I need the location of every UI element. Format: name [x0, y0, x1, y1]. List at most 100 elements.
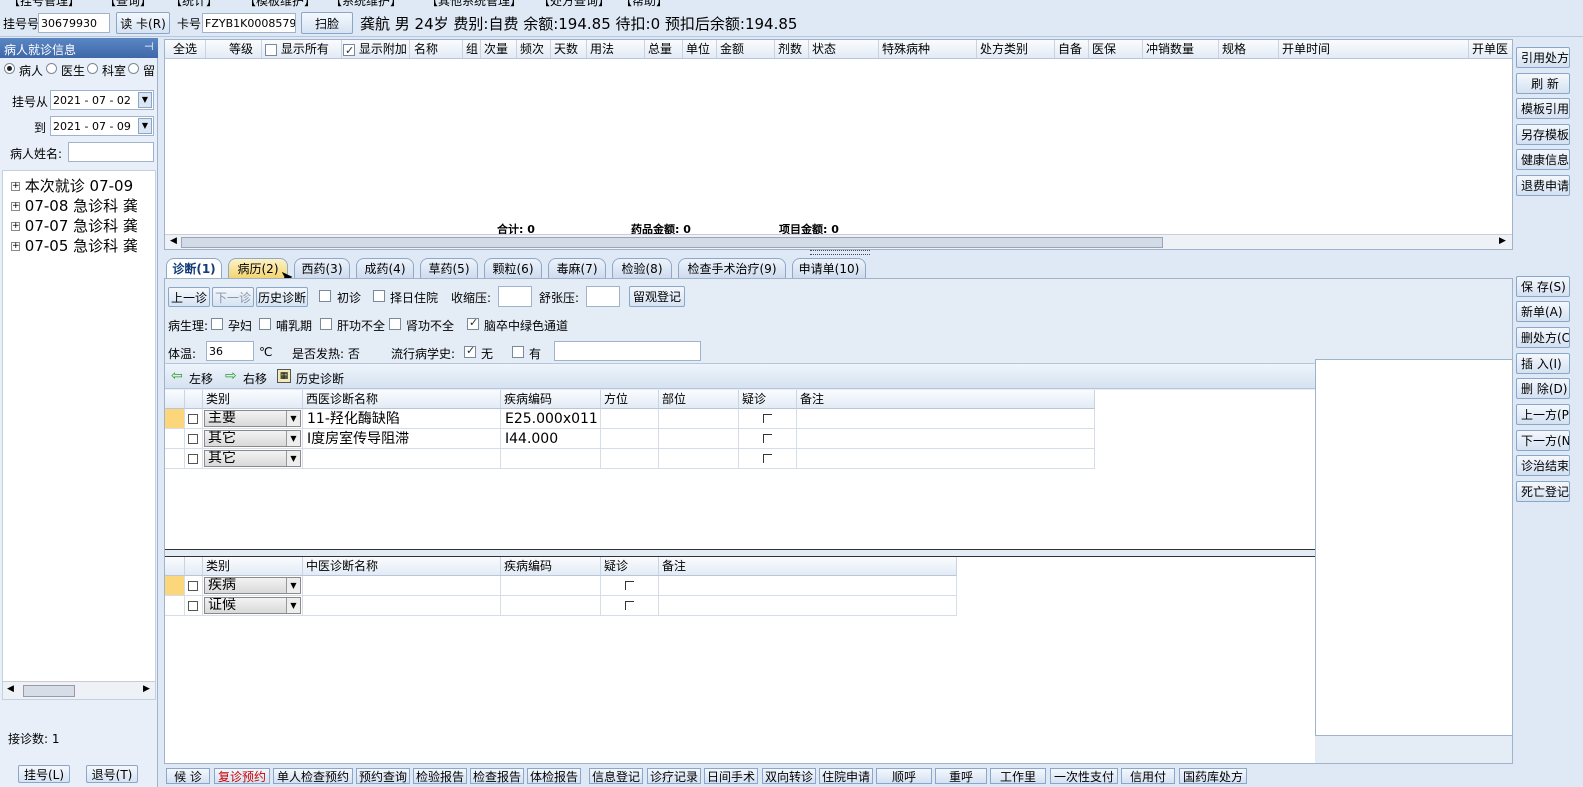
remark-cell[interactable] — [797, 429, 1095, 449]
one-time-pay-button[interactable]: 一次性支付 — [1050, 768, 1118, 784]
reg-from-date[interactable]: 2021 - 07 - 02 ▼ — [50, 90, 154, 110]
row-checkbox[interactable] — [188, 414, 198, 424]
expand-icon[interactable]: + — [11, 202, 20, 211]
expand-icon[interactable]: + — [11, 222, 20, 231]
diastolic-input[interactable] — [586, 286, 620, 307]
row-checkbox[interactable] — [188, 454, 198, 464]
menu-item[interactable]: 【统计】 — [170, 0, 218, 9]
suspect-checkbox[interactable] — [625, 581, 634, 590]
diag-name-cell[interactable] — [303, 449, 501, 469]
workload-button[interactable]: 工作里 — [990, 768, 1046, 784]
tab-medical-record[interactable]: 病历(2) — [228, 258, 288, 278]
next-prescription-button[interactable]: 下一方(N) — [1516, 430, 1570, 451]
table-row[interactable]: 主要 ▼ 11-羟化酶缺陷 E25.000x011 — [165, 409, 1095, 429]
site-cell[interactable] — [659, 449, 739, 469]
scroll-thumb[interactable] — [23, 685, 75, 697]
expand-icon[interactable]: + — [11, 242, 20, 251]
delete-button[interactable]: 删 除(D) — [1516, 378, 1570, 399]
treatment-record-button[interactable]: 诊疗记录 — [647, 768, 701, 784]
type-cell[interactable]: 其它 ▼ — [203, 449, 303, 469]
dropdown-arrow-icon[interactable]: ▼ — [138, 118, 152, 134]
prev-prescription-button[interactable]: 上一方(P) — [1516, 404, 1570, 425]
epi-yes-checkbox[interactable] — [512, 346, 524, 358]
scroll-thumb[interactable] — [181, 237, 1163, 248]
remark-cell[interactable] — [797, 409, 1095, 429]
scroll-left-icon[interactable]: ◀ — [170, 236, 177, 246]
suspect-cell[interactable] — [739, 449, 797, 469]
tcm-name-cell[interactable] — [303, 576, 501, 596]
lab-report-button[interactable]: 检验报告 — [413, 768, 467, 784]
chevron-down-icon[interactable]: ▼ — [286, 598, 300, 613]
tcm-name-cell[interactable] — [303, 596, 501, 616]
suspect-cell[interactable] — [601, 596, 659, 616]
expand-icon[interactable]: + — [11, 182, 20, 191]
menu-item[interactable]: 【处方查询】 — [538, 0, 610, 9]
suspect-checkbox[interactable] — [625, 601, 634, 610]
tab-lab[interactable]: 检验(8) — [612, 258, 672, 278]
tab-patent-medicine[interactable]: 成药(4) — [356, 258, 414, 278]
reg-no-input[interactable]: 30679930 — [38, 13, 110, 33]
scan-face-button[interactable]: 扫脸 — [301, 12, 353, 34]
menu-item[interactable]: 【系统维护】 — [330, 0, 402, 9]
epi-detail-input[interactable] — [554, 341, 701, 361]
pin-icon[interactable]: ⊣ — [144, 40, 154, 53]
tab-application[interactable]: 申请单(10) — [792, 258, 866, 278]
tree-node[interactable]: + 07-08 急诊科 龚 — [11, 195, 138, 216]
delete-prescription-button[interactable]: 删处方(C) — [1516, 327, 1570, 348]
tab-western-medicine[interactable]: 西药(3) — [294, 258, 350, 278]
radio-stay[interactable] — [128, 63, 139, 74]
row-checkbox[interactable] — [188, 581, 198, 591]
recall-button[interactable]: 重呼 — [935, 768, 987, 784]
tree-node[interactable]: + 07-05 急诊科 龚 — [11, 235, 138, 256]
tab-granule[interactable]: 颗粒(6) — [484, 258, 542, 278]
credit-pay-button[interactable]: 信用付 — [1121, 768, 1175, 784]
site-cell[interactable] — [659, 429, 739, 449]
menu-item[interactable]: 【模板维护】 — [244, 0, 316, 9]
save-button[interactable]: 保 存(S) — [1516, 276, 1570, 297]
register-button[interactable]: 挂号(L) — [18, 765, 70, 783]
temp-input[interactable]: 36 — [206, 341, 254, 361]
show-all-toggle[interactable]: 显示所有 — [262, 40, 342, 58]
tcm-code-cell[interactable] — [501, 596, 601, 616]
move-right-label[interactable]: 右移 — [243, 370, 267, 387]
patient-name-input[interactable] — [68, 142, 154, 162]
type-cell[interactable]: 其它 ▼ — [203, 429, 303, 449]
type-combo[interactable]: 其它 ▼ — [204, 450, 301, 467]
chevron-down-icon[interactable]: ▼ — [286, 411, 300, 426]
table-row[interactable]: 其它 ▼ — [165, 449, 1095, 469]
history-diagnosis-label[interactable]: 历史诊断 — [296, 370, 344, 387]
next-visit-button[interactable]: 下一诊 — [212, 287, 254, 307]
show-all-checkbox[interactable] — [265, 43, 277, 56]
scroll-right-icon[interactable]: ▶ — [143, 684, 150, 694]
health-info-button[interactable]: 健康信息 — [1516, 149, 1570, 170]
diag-code-cell[interactable] — [501, 449, 601, 469]
history-icon[interactable]: ▦ — [277, 369, 291, 383]
diag-name-cell[interactable]: Ⅰ度房室传导阻滞 — [303, 429, 501, 449]
lactation-checkbox[interactable] — [259, 318, 271, 330]
menu-item[interactable]: 【挂号管理】 — [8, 0, 80, 9]
pregnant-checkbox[interactable] — [211, 318, 223, 330]
site-cell[interactable] — [659, 409, 739, 429]
referral-button[interactable]: 双向转诊 — [762, 768, 816, 784]
type-cell[interactable]: 疾病 ▼ — [203, 576, 303, 596]
show-extra-toggle[interactable]: 显示附加 — [340, 40, 410, 58]
chevron-down-icon[interactable]: ▼ — [286, 451, 300, 466]
epi-no-checkbox[interactable] — [464, 344, 476, 358]
scroll-right-icon[interactable]: ▶ — [1499, 236, 1506, 246]
row-checkbox[interactable] — [188, 601, 198, 611]
new-order-button[interactable]: 新单(A) — [1516, 301, 1570, 322]
choose-day-checkbox[interactable] — [373, 290, 385, 302]
stroke-checkbox[interactable] — [467, 316, 479, 330]
template-quote-button[interactable]: 模板引用 — [1516, 98, 1570, 119]
card-no-input[interactable]: FZYB1K00085799 — [202, 13, 296, 33]
type-combo[interactable]: 其它 ▼ — [204, 430, 301, 447]
info-register-button[interactable]: 信息登记 — [589, 768, 643, 784]
chevron-down-icon[interactable]: ▼ — [286, 431, 300, 446]
type-combo[interactable]: 主要 ▼ — [204, 410, 301, 427]
quote-prescription-button[interactable]: 引用处方 — [1516, 47, 1570, 68]
radio-doctor[interactable] — [46, 63, 57, 74]
refund-request-button[interactable]: 退费申请 — [1516, 175, 1570, 196]
finish-treatment-button[interactable]: 诊治结束 — [1516, 455, 1570, 476]
suspect-cell[interactable] — [739, 409, 797, 429]
national-drug-rx-button[interactable]: 国药库处方 — [1179, 768, 1247, 784]
